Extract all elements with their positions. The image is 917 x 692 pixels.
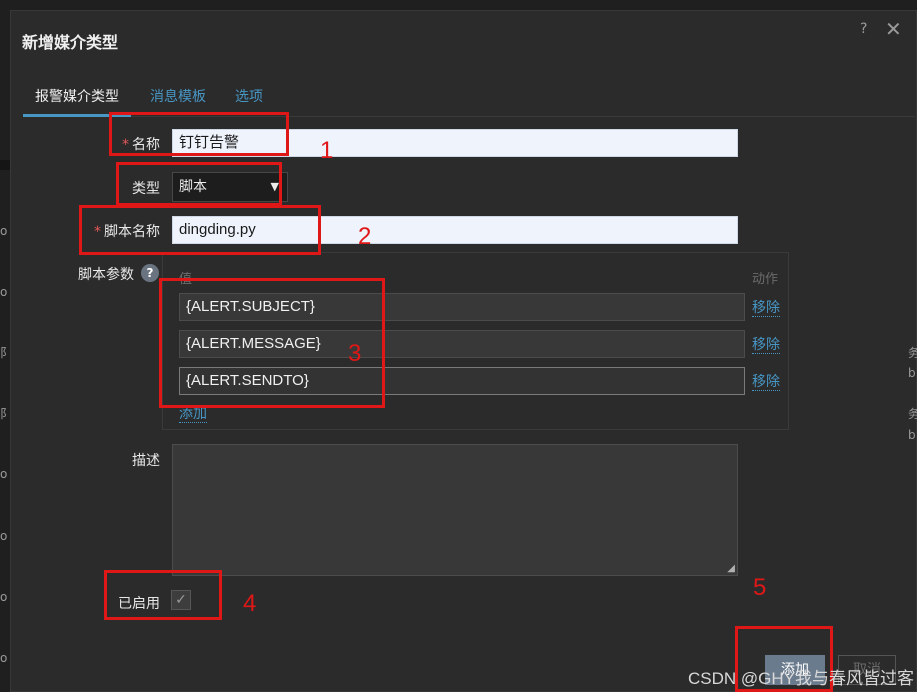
annotation-number: 1: [320, 137, 334, 164]
script-name-label: * 脚本名称: [70, 221, 160, 241]
annotation-number: 2: [358, 223, 372, 250]
tab-options[interactable]: 选项: [235, 87, 263, 117]
background-text: o: [0, 651, 8, 665]
description-label: 描述: [132, 453, 160, 469]
background-text: o: [0, 529, 8, 543]
description-textarea[interactable]: ◢: [172, 444, 738, 576]
background-text: o: [0, 467, 8, 481]
enabled-label: 已启用: [118, 596, 160, 612]
dialog-title: 新增媒介类型: [22, 33, 119, 52]
tab-message-templates[interactable]: 消息模板: [150, 87, 206, 117]
remove-param-link[interactable]: 移除: [752, 337, 780, 354]
required-marker: *: [94, 224, 101, 240]
required-marker: *: [122, 137, 129, 153]
enabled-checkbox[interactable]: ✓: [171, 590, 191, 610]
type-select[interactable]: 脚本 ▼: [172, 172, 288, 202]
tab-bar: 报警媒介类型 消息模板 选项: [23, 87, 915, 117]
background-text: b: [908, 428, 916, 442]
params-column-value: 值: [179, 272, 193, 287]
chevron-down-icon: ▼: [270, 180, 279, 193]
background-text: o: [0, 285, 8, 299]
help-icon[interactable]: ?: [860, 21, 867, 37]
annotation-number: 3: [348, 340, 362, 367]
script-params-table: 值 动作 {ALERT.SUBJECT} 移除 {ALERT.MESSAGE} …: [162, 252, 789, 430]
close-icon[interactable]: ✕: [885, 17, 902, 41]
resize-handle-icon[interactable]: ◢: [727, 563, 735, 574]
name-label: * 名称: [90, 134, 160, 154]
type-label: 类型: [132, 181, 160, 197]
script-name-field[interactable]: dingding.py: [172, 216, 738, 244]
param-value-field[interactable]: {ALERT.SUBJECT}: [179, 293, 745, 321]
script-params-label: 脚本参数: [78, 267, 134, 283]
param-value-field[interactable]: {ALERT.MESSAGE}: [179, 330, 745, 358]
help-icon[interactable]: ?: [141, 264, 159, 282]
background-text: 务: [908, 346, 917, 360]
script-name-label-text: 脚本名称: [104, 224, 160, 240]
background-text: o: [0, 224, 8, 238]
annotation-number: 4: [243, 590, 257, 617]
remove-param-link[interactable]: 移除: [752, 374, 780, 391]
background-text: 务: [908, 407, 917, 421]
name-label-text: 名称: [132, 137, 160, 153]
background-text: b: [908, 366, 916, 380]
watermark: CSDN @GHY我与春风皆过客: [688, 669, 914, 688]
annotation-number: 5: [753, 574, 767, 601]
tab-media-type[interactable]: 报警媒介类型: [23, 87, 131, 117]
params-column-action: 动作: [752, 272, 779, 287]
remove-param-link[interactable]: 移除: [752, 300, 780, 317]
param-value-field[interactable]: {ALERT.SENDTO}: [179, 367, 745, 395]
type-select-value: 脚本: [179, 179, 207, 195]
background-text: o: [0, 590, 8, 604]
add-param-link[interactable]: 添加: [179, 406, 207, 423]
name-field[interactable]: 钉钉告警: [172, 129, 738, 157]
